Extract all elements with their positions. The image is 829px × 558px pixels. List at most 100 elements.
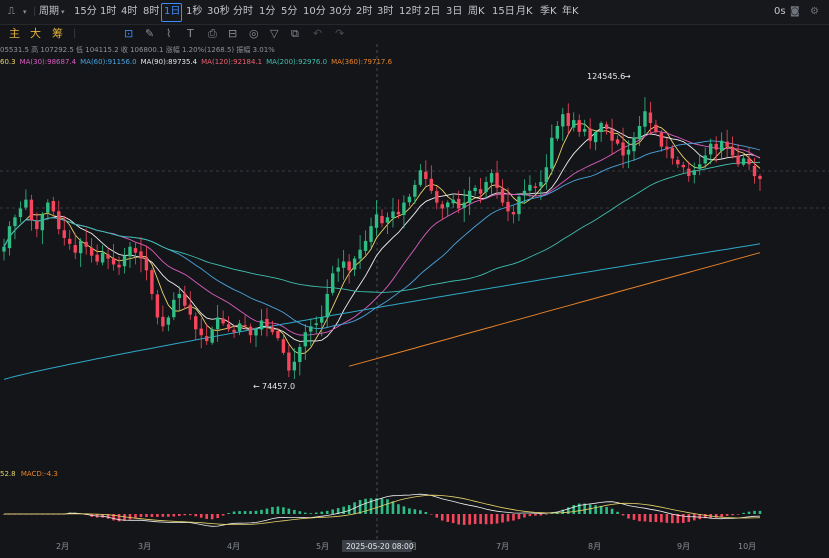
candle-body xyxy=(473,187,477,192)
macd-bar xyxy=(199,514,203,518)
chevron-down-icon[interactable]: ▾ xyxy=(61,0,65,24)
time-axis-label: 3月 xyxy=(138,542,151,551)
ma-info: 60.3 MA(30):98687.4 MA(60):91156.0 MA(90):8… xyxy=(0,58,396,66)
brush-icon[interactable]: ⌇ xyxy=(166,24,171,44)
layers-icon[interactable]: ⧉ xyxy=(291,24,299,44)
main-indicator-tab[interactable]: 主 xyxy=(9,24,20,44)
candle-body xyxy=(68,238,72,244)
macd-bar xyxy=(446,514,450,522)
candle-body xyxy=(670,147,675,159)
interval-1秒[interactable]: 1秒 xyxy=(186,0,202,24)
candle-body xyxy=(500,188,505,203)
macd-bar xyxy=(638,514,641,522)
crop-tool-icon[interactable]: ⊡ xyxy=(124,24,133,44)
macd-bar xyxy=(210,514,214,520)
interval-周K[interactable]: 周K xyxy=(468,0,485,24)
filter-icon[interactable]: ▽ xyxy=(270,24,278,44)
candle-body xyxy=(402,202,406,215)
candle-body xyxy=(210,329,214,343)
interval-2时[interactable]: 2时 xyxy=(356,0,372,24)
time-axis-label: 9月 xyxy=(677,542,690,551)
pencil-icon[interactable]: ✎ xyxy=(145,24,154,44)
interval-3时[interactable]: 3时 xyxy=(377,0,393,24)
candle-body xyxy=(588,128,592,141)
settings-icon[interactable]: ⚙ xyxy=(810,0,819,24)
candle-body xyxy=(347,261,351,271)
camera-icon[interactable]: ◙ xyxy=(790,0,800,24)
interval-5分[interactable]: 5分 xyxy=(281,0,297,24)
interval-4时[interactable]: 4时 xyxy=(121,0,137,24)
macd-bar xyxy=(545,514,548,515)
candle-body xyxy=(320,317,324,323)
candle-body xyxy=(533,186,538,188)
low-price-label: 74457.0 xyxy=(262,382,295,391)
macd-prefix: 52.8 xyxy=(0,470,16,478)
interval-15日[interactable]: 15日 xyxy=(492,0,515,24)
interval-12时[interactable]: 12时 xyxy=(399,0,422,24)
interval-15分[interactable]: 15分 xyxy=(74,0,97,24)
macd-bar xyxy=(249,511,252,514)
macd-bar xyxy=(391,501,395,514)
candle-body xyxy=(188,304,192,315)
candle-body xyxy=(396,211,401,215)
candle-body xyxy=(172,299,176,318)
undo-icon[interactable]: ↶ xyxy=(313,24,322,44)
period-selector[interactable]: 周期 xyxy=(39,0,59,24)
macd-bar xyxy=(369,498,373,514)
macd-bar xyxy=(397,504,400,514)
lock-icon[interactable]: ⊟ xyxy=(228,24,237,44)
candle-body xyxy=(621,142,625,156)
macd-bar xyxy=(419,510,422,514)
interval-季K[interactable]: 季K xyxy=(540,0,557,24)
macd-bar xyxy=(128,514,132,520)
ma-info-item: MA(120):92184.1 xyxy=(201,58,263,66)
large-order-tab[interactable]: 大 xyxy=(30,24,41,44)
candle-body xyxy=(237,323,242,332)
interval-年K[interactable]: 年K xyxy=(562,0,579,24)
candle-body xyxy=(303,332,308,347)
low-arrow-icon: ← xyxy=(253,382,260,391)
macd-bar xyxy=(430,514,433,515)
candle-body xyxy=(714,143,718,150)
candle-body xyxy=(330,273,335,293)
candle-body xyxy=(741,158,746,165)
chip-distribution-tab[interactable]: 筹 xyxy=(52,24,63,44)
macd-bar xyxy=(621,514,625,516)
candle-body xyxy=(144,257,149,271)
candle-body xyxy=(604,124,609,129)
text-tool-icon[interactable]: T xyxy=(187,24,194,44)
interval-分时[interactable]: 分时 xyxy=(233,0,253,24)
eye-icon[interactable]: ◎ xyxy=(249,24,259,44)
interval-月K[interactable]: 月K xyxy=(516,0,533,24)
candle-body xyxy=(517,196,521,215)
interval-30秒[interactable]: 30秒 xyxy=(207,0,230,24)
macd-bar xyxy=(139,514,143,517)
candle-body xyxy=(708,143,713,155)
macd-bar xyxy=(632,514,636,520)
interval-2日[interactable]: 2日 xyxy=(424,0,440,24)
interval-3日[interactable]: 3日 xyxy=(446,0,462,24)
candle-body xyxy=(35,221,39,230)
interval-8时[interactable]: 8时 xyxy=(143,0,159,24)
candles-icon[interactable]: ⎍ xyxy=(8,0,15,24)
candle-body xyxy=(725,141,729,147)
interval-30分[interactable]: 30分 xyxy=(329,0,352,24)
macd-bar xyxy=(649,514,652,523)
macd-bar xyxy=(402,506,406,514)
redo-icon[interactable]: ↷ xyxy=(335,24,344,44)
delete-icon[interactable]: ⎙ xyxy=(208,24,217,44)
candle-body xyxy=(133,248,138,253)
candle-body xyxy=(106,254,110,259)
candle-body xyxy=(358,249,362,259)
kline-chart[interactable]: 2月3月4月5月6月7月8月9月10月 124545.6 → ← 74457.0… xyxy=(0,0,829,558)
interval-10分[interactable]: 10分 xyxy=(303,0,326,24)
candle-body xyxy=(363,240,368,251)
candle-body xyxy=(57,211,61,230)
chevron-down-icon[interactable]: ▾ xyxy=(23,0,27,24)
interval-1时[interactable]: 1时 xyxy=(100,0,116,24)
macd-bar xyxy=(753,510,756,514)
macd-bar xyxy=(276,506,280,514)
interval-1分[interactable]: 1分 xyxy=(259,0,275,24)
macd-bar xyxy=(150,514,154,517)
macd-bar xyxy=(539,514,543,516)
